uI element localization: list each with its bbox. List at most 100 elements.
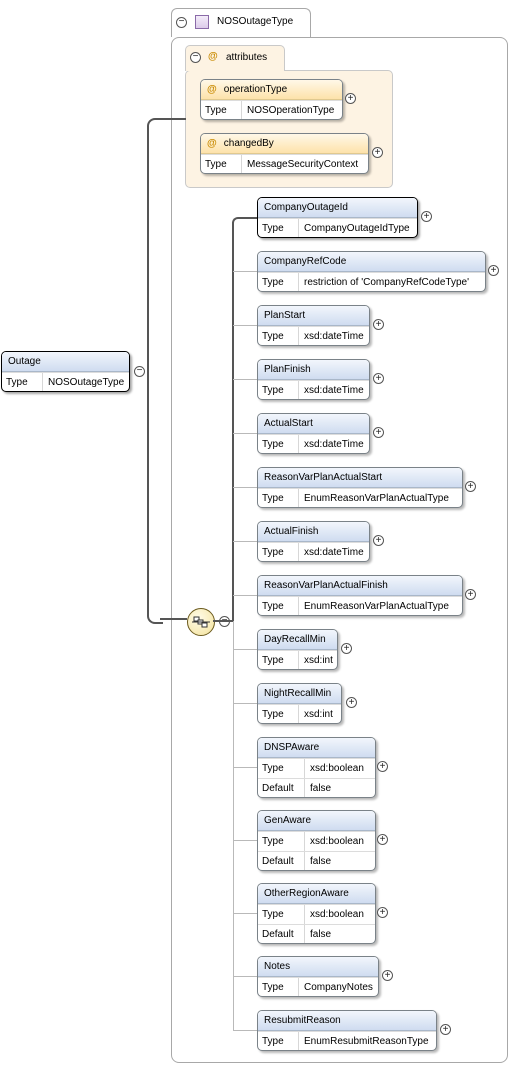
element-name: DayRecallMin	[258, 630, 337, 650]
default-value: false	[310, 783, 332, 794]
type-label: Type	[258, 832, 305, 851]
expand-actualfinish-icon[interactable]: +	[373, 535, 384, 546]
type-value: xsd:boolean	[310, 836, 364, 847]
branch-line	[233, 1030, 257, 1031]
element-companyoutageid[interactable]: CompanyOutageId Type CompanyOutageIdType	[257, 197, 418, 238]
default-label: Default	[258, 852, 305, 870]
element-reasonvarplanactualstart[interactable]: ReasonVarPlanActualStart Type EnumReasonV…	[257, 467, 463, 508]
type-value: xsd:dateTime	[304, 385, 364, 396]
type-value: xsd:dateTime	[304, 331, 364, 342]
type-value: NOSOutageType	[48, 377, 125, 388]
expand-dnspaware-icon[interactable]: +	[377, 761, 388, 772]
elements-bracket	[232, 217, 242, 622]
type-label: Type	[201, 101, 242, 119]
type-value: xsd:int	[304, 655, 333, 666]
branch-line	[233, 649, 257, 650]
type-label: Type	[258, 978, 299, 996]
branch-line	[233, 840, 257, 841]
root-element-name: Outage	[2, 352, 129, 372]
expand-operationtype-icon[interactable]: +	[345, 93, 356, 104]
type-label: Type	[258, 759, 305, 778]
expand-notes-icon[interactable]: +	[382, 970, 393, 981]
branch-line	[233, 541, 257, 542]
type-label: Type	[201, 155, 242, 173]
type-value: MessageSecurityContext	[247, 159, 359, 170]
branch-line	[233, 767, 257, 768]
attribute-name: changedBy	[223, 138, 274, 149]
branch-line	[233, 433, 257, 434]
branch-line	[233, 325, 257, 326]
root-element-outage[interactable]: Outage Type NOSOutageType	[1, 351, 130, 392]
branch-line	[233, 379, 257, 380]
sequence-compositor-icon[interactable]	[187, 608, 215, 636]
expand-reasonvarplanactualstart-icon[interactable]: +	[465, 481, 476, 492]
element-dayrecallmin[interactable]: DayRecallMin Type xsd:int	[257, 629, 338, 670]
type-value: NOSOperationType	[247, 105, 335, 116]
default-value: false	[310, 856, 332, 867]
type-value: xsd:dateTime	[304, 547, 364, 558]
expand-changedby-icon[interactable]: +	[372, 147, 383, 158]
element-companyrefcode[interactable]: CompanyRefCode Type restriction of 'Compa…	[257, 251, 486, 292]
type-label: Type	[258, 435, 299, 453]
element-nightrecallmin[interactable]: NightRecallMin Type xsd:int	[257, 683, 342, 724]
type-value: restriction of 'CompanyRefCodeType'	[304, 277, 470, 288]
expand-planstart-icon[interactable]: +	[373, 319, 384, 330]
element-name: CompanyOutageId	[258, 198, 417, 218]
type-value: CompanyOutageIdType	[304, 223, 410, 234]
element-name: GenAware	[258, 811, 375, 831]
element-name: ReasonVarPlanActualFinish	[258, 576, 462, 596]
branch-line	[233, 271, 257, 272]
element-name: ActualStart	[258, 414, 369, 434]
element-name: PlanFinish	[258, 360, 369, 380]
expand-companyoutageid-icon[interactable]: +	[421, 211, 432, 222]
attribute-name: operationType	[223, 84, 288, 95]
type-label: Type	[258, 705, 299, 723]
expand-planfinish-icon[interactable]: +	[373, 373, 384, 384]
complex-type-icon	[195, 15, 209, 29]
expand-actualstart-icon[interactable]: +	[373, 427, 384, 438]
attributes-collapse-icon[interactable]: −	[190, 52, 201, 63]
elements-lower-line	[233, 621, 234, 1031]
expand-reasonvarplanactualfinish-icon[interactable]: +	[465, 589, 476, 600]
branch-line	[233, 913, 257, 914]
attribute-icon: @	[207, 138, 217, 149]
element-name: OtherRegionAware	[258, 884, 375, 904]
type-label: Type	[258, 1032, 299, 1050]
element-planstart[interactable]: PlanStart Type xsd:dateTime	[257, 305, 370, 346]
element-actualstart[interactable]: ActualStart Type xsd:dateTime	[257, 413, 370, 454]
element-name: DNSPAware	[258, 738, 375, 758]
default-value: false	[310, 929, 332, 940]
element-name: ReasonVarPlanActualStart	[258, 468, 462, 488]
element-otherregionaware[interactable]: OtherRegionAware Type xsd:boolean Default…	[257, 883, 376, 944]
element-notes[interactable]: Notes Type CompanyNotes	[257, 956, 379, 997]
branch-line	[233, 487, 257, 488]
expand-otherregionaware-icon[interactable]: +	[377, 907, 388, 918]
element-planfinish[interactable]: PlanFinish Type xsd:dateTime	[257, 359, 370, 400]
element-actualfinish[interactable]: ActualFinish Type xsd:dateTime	[257, 521, 370, 562]
element-genaware[interactable]: GenAware Type xsd:boolean Default false	[257, 810, 376, 871]
expand-nightrecallmin-icon[interactable]: +	[346, 697, 357, 708]
type-value: EnumReasonVarPlanActualType	[304, 601, 449, 612]
type-value: EnumResubmitReasonType	[304, 1036, 429, 1047]
element-reasonvarplanactualfinish[interactable]: ReasonVarPlanActualFinish Type EnumReason…	[257, 575, 463, 616]
type-label: Type	[258, 597, 299, 615]
type-label: Type	[258, 489, 299, 507]
root-collapse-icon[interactable]: −	[134, 366, 145, 377]
attribute-changedby[interactable]: @ changedBy Type MessageSecurityContext	[200, 133, 369, 174]
branch-line	[233, 595, 257, 596]
sequence-to-bracket	[213, 620, 234, 622]
type-value: xsd:int	[304, 709, 333, 720]
element-dnspaware[interactable]: DNSPAware Type xsd:boolean Default false	[257, 737, 376, 798]
expand-dayrecallmin-icon[interactable]: +	[341, 643, 352, 654]
expand-companyrefcode-icon[interactable]: +	[488, 265, 499, 276]
type-value: CompanyNotes	[304, 982, 373, 993]
complex-type-collapse-icon[interactable]: −	[176, 17, 187, 28]
type-label: Type	[258, 327, 299, 345]
attribute-operationtype[interactable]: @ operationType Type NOSOperationType	[200, 79, 343, 120]
default-label: Default	[258, 925, 305, 943]
element-name: NightRecallMin	[258, 684, 341, 704]
expand-genaware-icon[interactable]: +	[377, 834, 388, 845]
type-label: Type	[258, 273, 299, 291]
expand-resubmitreason-icon[interactable]: +	[440, 1024, 451, 1035]
element-resubmitreason[interactable]: ResubmitReason Type EnumResubmitReasonTyp…	[257, 1010, 437, 1051]
